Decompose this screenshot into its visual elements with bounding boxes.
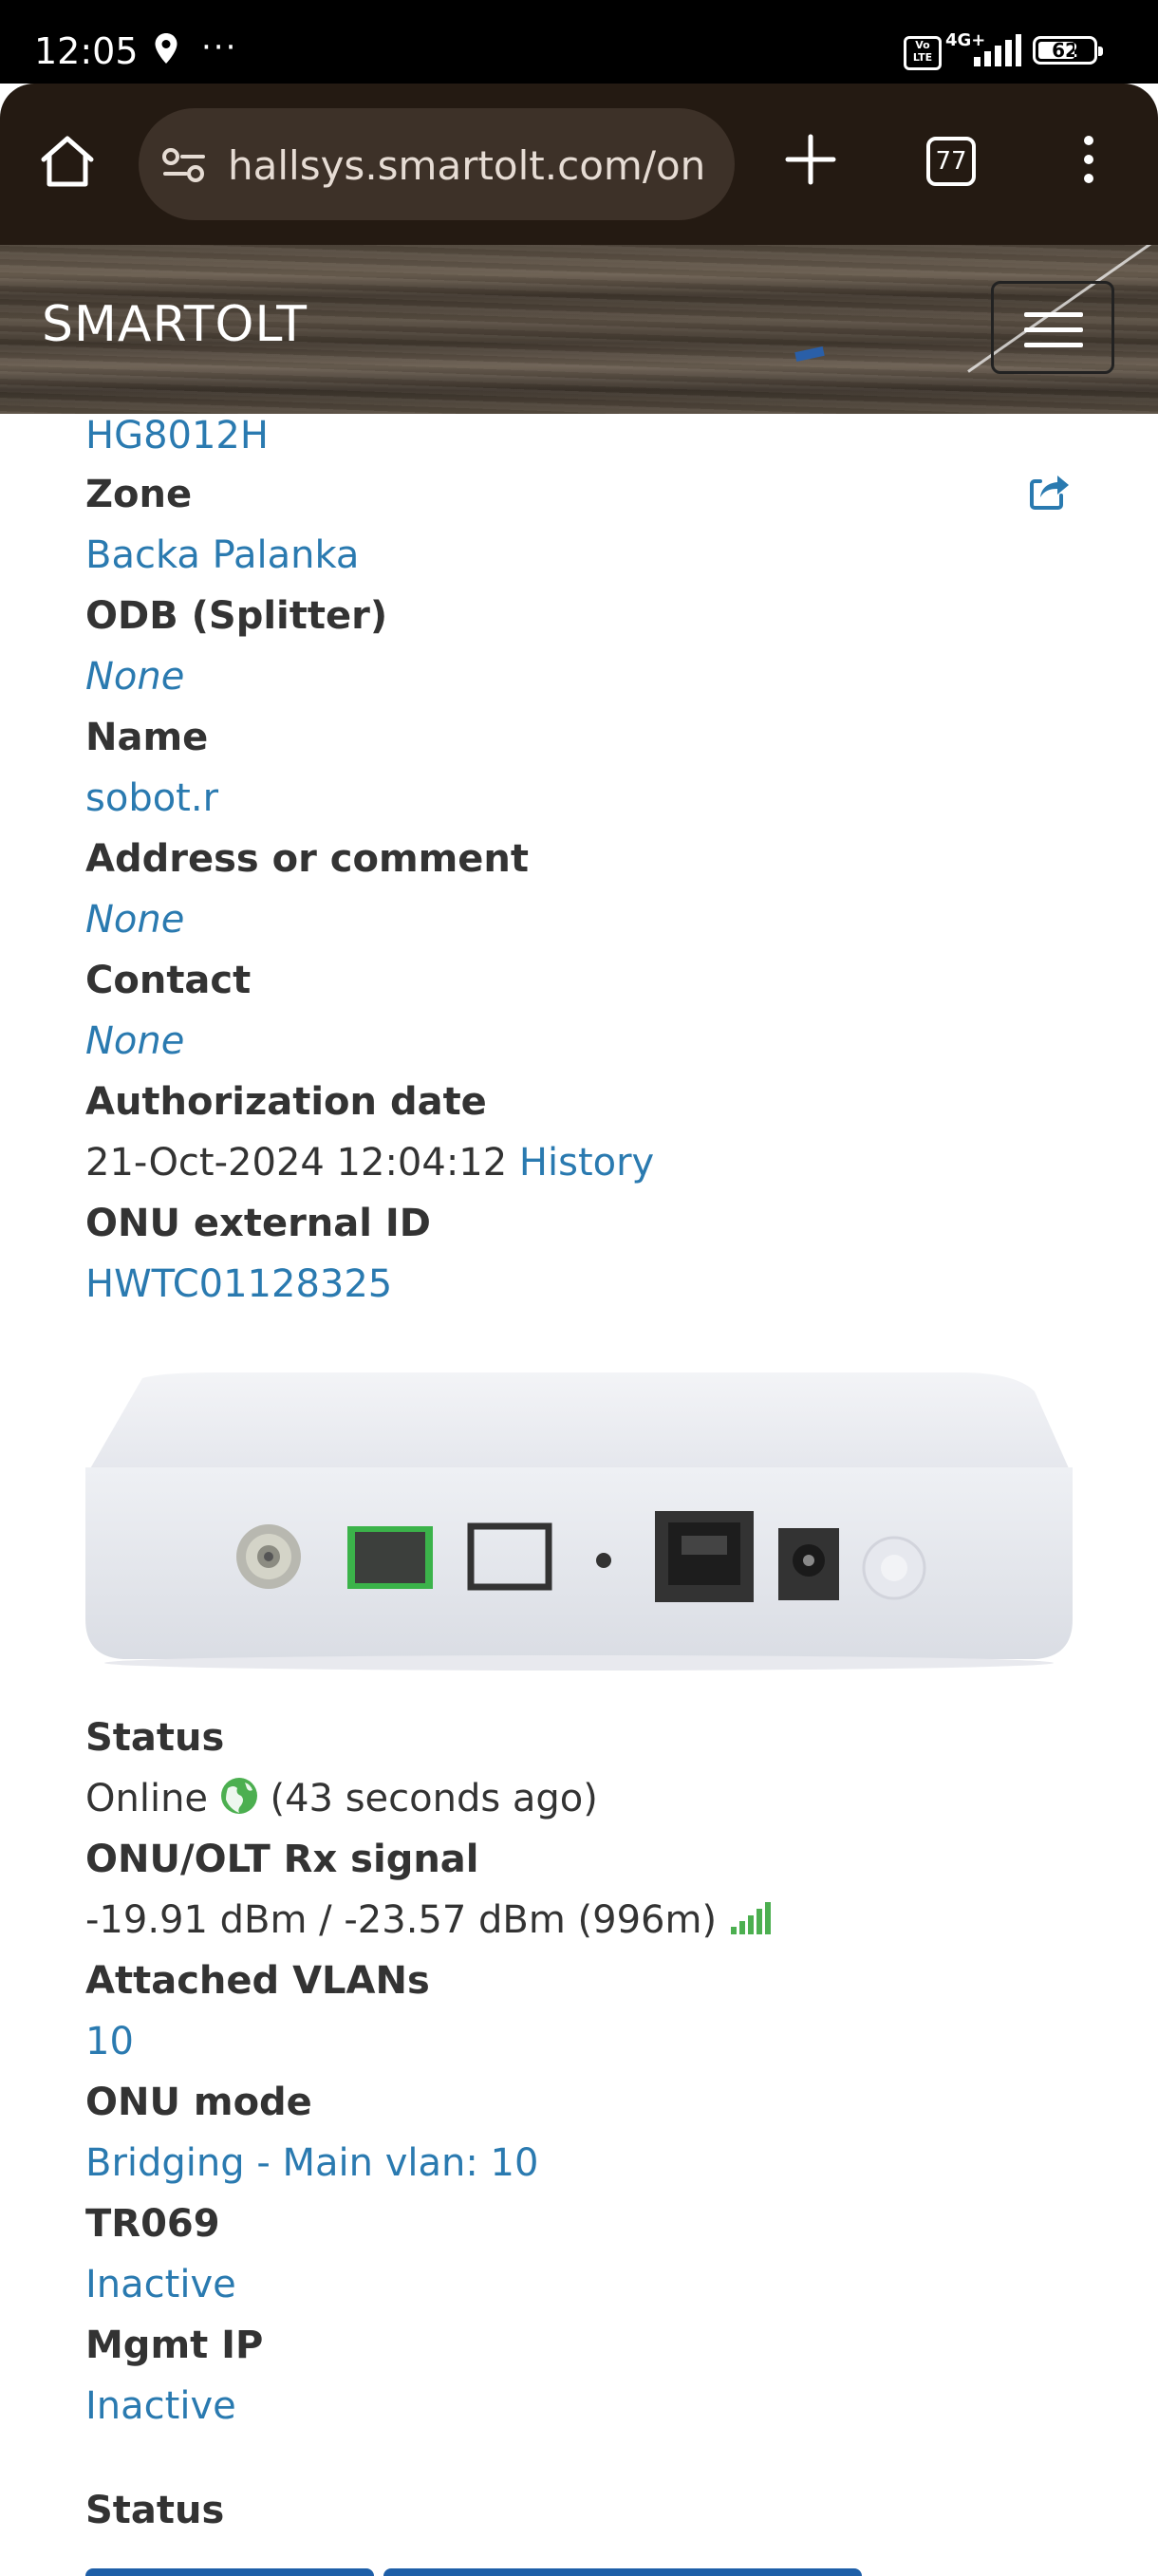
status-row: Online (43 seconds ago) <box>85 1777 598 1824</box>
clock: 12:05 <box>34 30 139 72</box>
authorization-date-row: 21-Oct-2024 12:04:12 History <box>85 1141 654 1185</box>
url-text[interactable]: hallsys.smartolt.com/on <box>228 142 712 189</box>
onu-mode-label: ONU mode <box>85 2081 312 2124</box>
location-icon <box>154 32 178 68</box>
vlans-label: Attached VLANs <box>85 1959 430 2003</box>
signal-bars-icon <box>729 1900 775 1944</box>
name-label: Name <box>85 716 209 759</box>
vlans-value[interactable]: 10 <box>85 2020 134 2063</box>
name-value[interactable]: sobot.r <box>85 776 218 820</box>
authorization-date-label: Authorization date <box>85 1080 487 1124</box>
status-section-label: Status <box>85 2489 225 2532</box>
mgmt-ip-value[interactable]: Inactive <box>85 2384 236 2428</box>
address-value[interactable]: None <box>85 898 184 942</box>
signal-strength-icon <box>972 34 1021 70</box>
site-navbar: SMARTOLT <box>0 245 1158 414</box>
onu-device-image <box>85 1372 1073 1671</box>
zone-value[interactable]: Backa Palanka <box>85 533 359 577</box>
volte-icon: Vo LTE <box>904 36 942 70</box>
mgmt-ip-label: Mgmt IP <box>85 2324 264 2367</box>
rx-signal-value: -19.91 dBm / -23.57 dBm (996m) <box>85 1898 718 1942</box>
brand-logo[interactable]: SMARTOLT <box>42 296 308 353</box>
contact-label: Contact <box>85 959 252 1002</box>
system-status-bar: 12:05 ··· Vo LTE 4G+ 62 <box>0 0 1158 84</box>
status-action-button-2[interactable] <box>383 2568 862 2576</box>
more-notifications-icon: ··· <box>201 28 238 66</box>
odb-value[interactable]: None <box>85 655 184 699</box>
battery-level: 62 <box>1052 39 1078 62</box>
tab-switcher-button[interactable]: 77 <box>926 137 976 186</box>
overflow-menu-icon[interactable] <box>1074 131 1103 192</box>
rx-signal-row: -19.91 dBm / -23.57 dBm (996m) <box>85 1898 775 1944</box>
rx-signal-label: ONU/OLT Rx signal <box>85 1838 479 1881</box>
tr069-label: TR069 <box>85 2202 220 2246</box>
hamburger-menu-button[interactable] <box>991 281 1114 374</box>
odb-label: ODB (Splitter) <box>85 594 388 638</box>
status-last-seen: (43 seconds ago) <box>270 1777 598 1820</box>
status-label: Status <box>85 1716 225 1760</box>
battery-icon: 62 <box>1033 36 1103 65</box>
status-action-button-1[interactable] <box>85 2568 374 2576</box>
onu-mode-value[interactable]: Bridging - Main vlan: 10 <box>85 2141 538 2185</box>
zone-label: Zone <box>85 473 193 516</box>
tr069-value[interactable]: Inactive <box>85 2263 236 2306</box>
new-tab-icon[interactable] <box>784 131 837 192</box>
home-icon[interactable] <box>38 133 97 194</box>
contact-value[interactable]: None <box>85 1019 184 1063</box>
external-id-value[interactable]: HWTC01128325 <box>85 1262 392 1306</box>
onu-type-value[interactable]: HG8012H <box>85 414 269 457</box>
status-value: Online <box>85 1777 209 1820</box>
browser-toolbar: hallsys.smartolt.com/on 77 <box>0 84 1158 245</box>
external-id-label: ONU external ID <box>85 1202 431 1245</box>
address-bar[interactable]: hallsys.smartolt.com/on <box>139 108 735 220</box>
authorization-date-value: 21-Oct-2024 12:04:12 <box>85 1141 508 1185</box>
address-label: Address or comment <box>85 837 530 881</box>
history-link[interactable]: History <box>519 1141 654 1185</box>
globe-online-icon <box>220 1777 258 1824</box>
site-settings-icon[interactable] <box>161 146 207 188</box>
share-icon[interactable] <box>1029 473 1071 514</box>
